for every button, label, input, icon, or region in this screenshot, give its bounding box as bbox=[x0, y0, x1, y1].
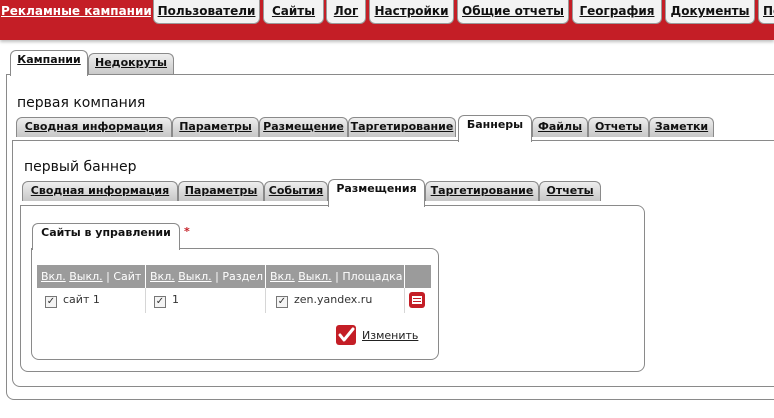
placement-checkbox[interactable]: ✓ bbox=[276, 296, 288, 308]
tab-campaign-targeting[interactable]: Таргетирование bbox=[348, 117, 456, 137]
header-placement: Вкл. Выкл. | Площадка bbox=[266, 265, 404, 288]
nav-tab-settings[interactable]: Настройки bbox=[369, 0, 454, 24]
header-actions bbox=[405, 265, 431, 288]
tab-campaign-parameters[interactable]: Параметры bbox=[172, 117, 259, 137]
tab-managed-sites[interactable]: Сайты в управлении bbox=[32, 223, 180, 250]
nav-tab-log[interactable]: Лог bbox=[326, 0, 366, 24]
site-disable-all-link[interactable]: Выкл. bbox=[69, 270, 102, 283]
nav-tab-general-reports[interactable]: Общие отчеты bbox=[457, 0, 569, 24]
nav-tab-users[interactable]: Пользователи bbox=[153, 0, 260, 24]
checkmark-icon[interactable] bbox=[336, 325, 356, 345]
tab-banner-reports[interactable]: Отчеты bbox=[539, 181, 601, 201]
tab-campaign-reports[interactable]: Отчеты bbox=[588, 117, 649, 137]
column-divider bbox=[404, 288, 405, 313]
column-divider bbox=[145, 288, 146, 313]
column-divider bbox=[265, 288, 266, 313]
nav-tab-geography[interactable]: География bbox=[572, 0, 662, 24]
placement-disable-all-link[interactable]: Выкл. bbox=[298, 270, 331, 283]
tab-placements[interactable]: Размещения bbox=[328, 179, 425, 207]
nav-tab-documents[interactable]: Документы bbox=[665, 0, 755, 24]
nav-tab-more[interactable]: Пс bbox=[758, 0, 774, 24]
tab-campaign-summary[interactable]: Сводная информация bbox=[16, 117, 172, 137]
placement-enable-all-link[interactable]: Вкл. bbox=[270, 270, 295, 283]
site-column-label: Сайт bbox=[113, 270, 142, 283]
nav-tab-sites[interactable]: Сайты bbox=[263, 0, 324, 24]
tab-under-delivery[interactable]: Недокруты bbox=[88, 53, 174, 75]
site-enable-all-link[interactable]: Вкл. bbox=[41, 270, 66, 283]
section-checkbox[interactable]: ✓ bbox=[154, 296, 166, 308]
placement-name: zen.yandex.ru bbox=[294, 293, 373, 306]
header-separator: | bbox=[335, 270, 339, 283]
section-enable-all-link[interactable]: Вкл. bbox=[150, 270, 175, 283]
campaign-title: первая компания bbox=[17, 95, 146, 111]
tab-campaign-placement[interactable]: Размещение bbox=[259, 117, 348, 137]
site-name: сайт 1 bbox=[63, 293, 100, 306]
table-row-site-cell: ✓ сайт 1 bbox=[45, 288, 100, 312]
banner-title: первый баннер bbox=[24, 159, 137, 175]
required-marker: * bbox=[184, 225, 190, 238]
table-row-section-cell: ✓ 1 bbox=[154, 288, 179, 312]
header-site: Вкл. Выкл. | Сайт bbox=[37, 265, 145, 288]
list-icon bbox=[412, 296, 422, 304]
change-link[interactable]: Изменить bbox=[362, 329, 418, 342]
table-row-placement-cell: ✓ zen.yandex.ru bbox=[276, 288, 372, 312]
header-section: Вкл. Выкл. | Раздел bbox=[146, 265, 265, 288]
section-disable-all-link[interactable]: Выкл. bbox=[178, 270, 211, 283]
edit-row-button[interactable] bbox=[409, 292, 425, 308]
header-separator: | bbox=[106, 270, 110, 283]
tab-banner-parameters[interactable]: Параметры bbox=[178, 181, 264, 201]
tab-banner-summary[interactable]: Сводная информация bbox=[22, 181, 178, 201]
tab-files[interactable]: Файлы bbox=[532, 117, 588, 137]
tab-campaigns[interactable]: Кампании bbox=[10, 50, 88, 76]
tab-notes[interactable]: Заметки bbox=[649, 117, 714, 137]
site-checkbox[interactable]: ✓ bbox=[45, 296, 57, 308]
tab-banner-targeting[interactable]: Таргетирование bbox=[425, 181, 539, 201]
nav-tab-ad-campaigns[interactable]: Рекламные кампании bbox=[0, 0, 152, 25]
tab-events[interactable]: События bbox=[264, 181, 328, 201]
header-separator: | bbox=[215, 270, 219, 283]
placement-column-label: Площадка bbox=[342, 270, 403, 283]
section-name: 1 bbox=[172, 293, 179, 306]
section-column-label: Раздел bbox=[222, 270, 263, 283]
tab-banners[interactable]: Баннеры bbox=[458, 115, 532, 142]
top-navigation-bar: Рекламные кампании Пользователи Сайты Ло… bbox=[0, 0, 774, 40]
